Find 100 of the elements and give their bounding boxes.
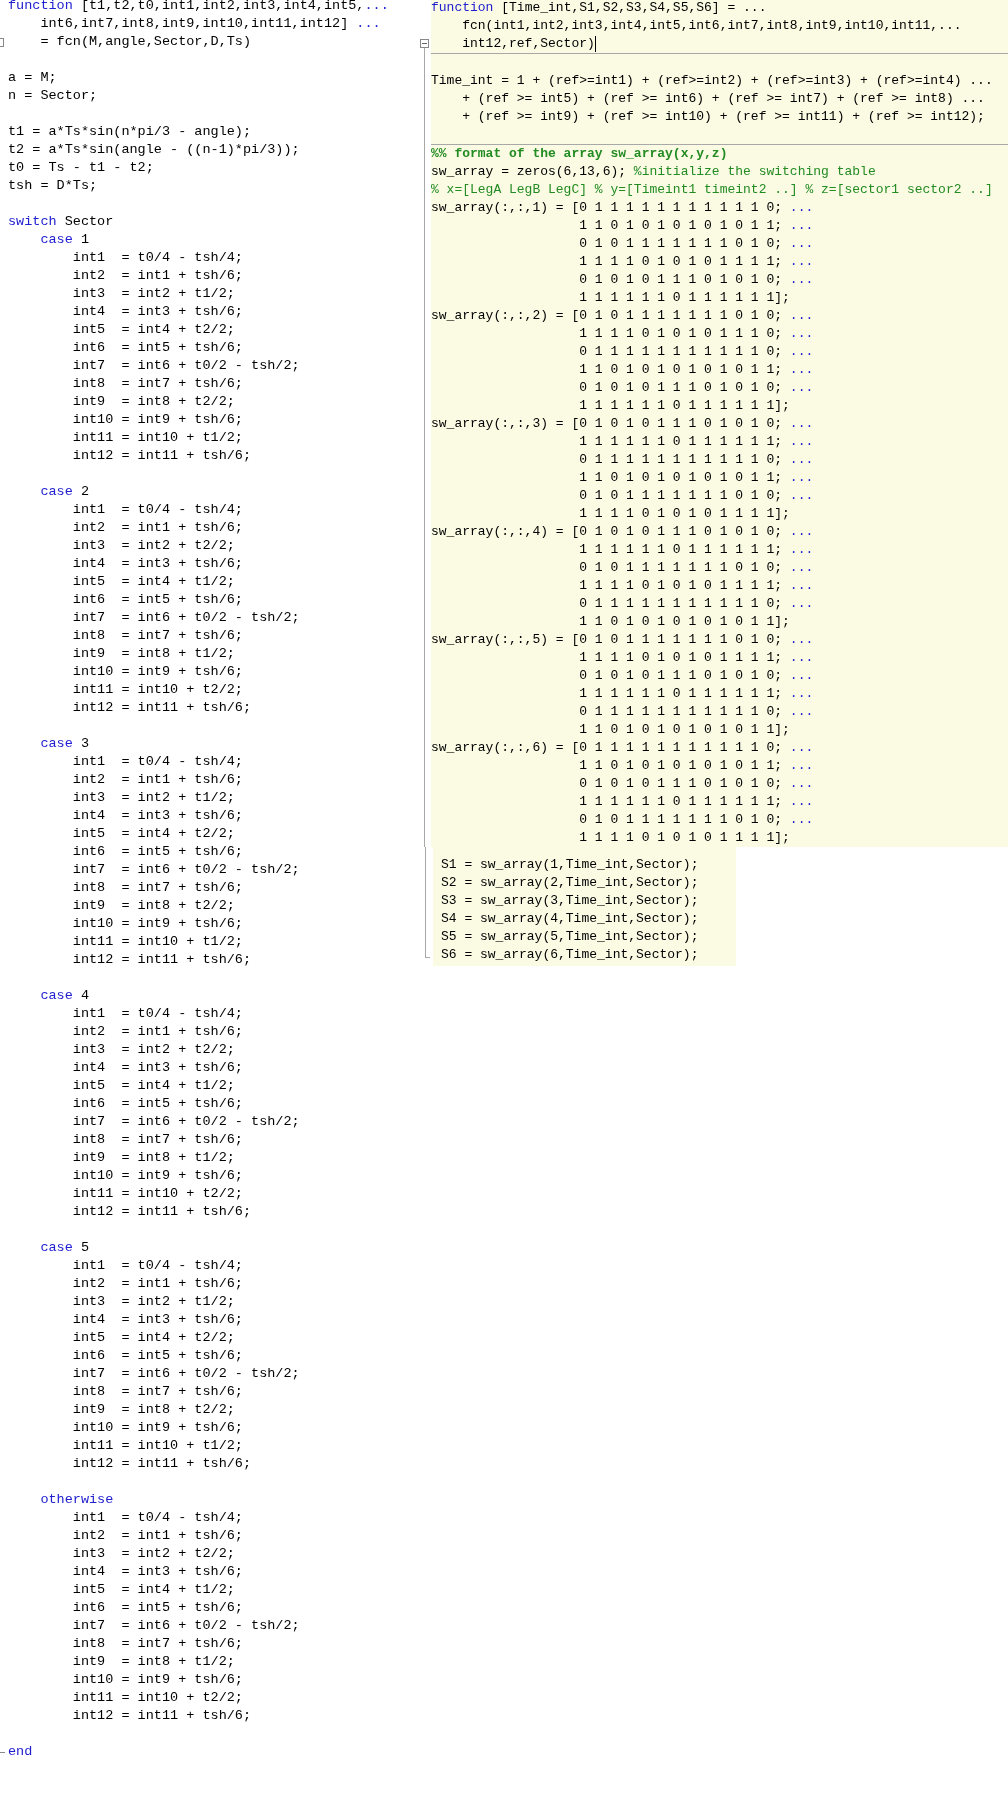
- code-line: int11 = int10 + t2/2;: [71, 681, 243, 699]
- code-line: = fcn(M,angle,Sector,D,Ts): [39, 33, 252, 51]
- code-line: sw_array(:,:,4) = [0 1 0 1 0 1 1 1 0 1 0 1 0; ...: [431, 523, 814, 541]
- code-line: int1 = t0/4 - tsh/4;: [71, 1257, 243, 1275]
- code-line: int6 = int5 + tsh/6;: [71, 339, 243, 357]
- code-line: int9 = int8 + t2/2;: [71, 393, 235, 411]
- code-line: % x=[LegA LegB LegC] % y=[Timeint1 timeint2 ..] % z=[sector1 sector2 ..]: [431, 181, 993, 199]
- code-line: 0 1 0 1 0 1 1 1 0 1 0 1 0; ...: [578, 775, 814, 793]
- code-line: int8 = int7 + tsh/6;: [71, 1635, 243, 1653]
- code-line: int2 = int1 + tsh/6;: [71, 1023, 243, 1041]
- code-line: int5 = int4 + t2/2;: [71, 321, 235, 339]
- code-line: 0 1 0 1 1 1 1 1 1 1 0 1 0; ...: [578, 559, 814, 577]
- code-line: 0 1 0 1 1 1 1 1 1 1 0 1 0; ...: [578, 487, 814, 505]
- code-line: 1 1 1 1 0 1 0 1 0 1 1 1 1; ...: [578, 577, 814, 595]
- code-line: t2 = a*Ts*sin(angle - ((n-1)*pi/3));: [8, 141, 300, 159]
- code-line: int12 = int11 + tsh/6;: [71, 699, 252, 717]
- code-line: int4 = int3 + tsh/6;: [71, 303, 243, 321]
- code-line: int8 = int7 + tsh/6;: [71, 1383, 243, 1401]
- code-line: 1 1 1 1 1 1 0 1 1 1 1 1 1];: [578, 289, 790, 307]
- code-line: sw_array(:,:,3) = [0 1 0 1 0 1 1 1 0 1 0 1 0; ...: [431, 415, 814, 433]
- code-line: int2 = int1 + tsh/6;: [71, 1275, 243, 1293]
- code-line: otherwise: [39, 1491, 114, 1509]
- code-line: int1 = t0/4 - tsh/4;: [71, 753, 243, 771]
- code-line: t1 = a*Ts*sin(n*pi/3 - angle);: [8, 123, 252, 141]
- code-line: int8 = int7 + tsh/6;: [71, 375, 243, 393]
- code-line: int9 = int8 + t1/2;: [71, 1653, 235, 1671]
- code-line: case 5: [39, 1239, 89, 1257]
- code-line: 1 1 1 1 0 1 0 1 0 1 1 1 1; ...: [578, 253, 814, 271]
- code-line: int11 = int10 + t2/2;: [71, 1689, 243, 1707]
- code-line: int6,int7,int8,int9,int10,int11,int12] ...: [39, 15, 381, 33]
- fold-icon[interactable]: [0, 37, 4, 47]
- code-line: 0 1 1 1 1 1 1 1 1 1 1 1 0; ...: [578, 451, 814, 469]
- code-line: S1 = sw_array(1,Time_int,Sector);: [441, 856, 699, 874]
- code-line: 1 1 0 1 0 1 0 1 0 1 0 1 1; ...: [578, 469, 814, 487]
- code-line: 1 1 1 1 1 1 0 1 1 1 1 1 1; ...: [578, 685, 814, 703]
- code-line: S5 = sw_array(5,Time_int,Sector);: [441, 928, 699, 946]
- code-line: 0 1 0 1 0 1 1 1 0 1 0 1 0; ...: [578, 271, 814, 289]
- code-line: int6 = int5 + tsh/6;: [71, 1095, 243, 1113]
- code-line: end: [8, 1743, 33, 1761]
- code-line: int12 = int11 + tsh/6;: [71, 1707, 252, 1725]
- code-line: case 2: [39, 483, 89, 501]
- code-line: case 3: [39, 735, 89, 753]
- code-line: int3 = int2 + t1/2;: [71, 285, 235, 303]
- code-line: int7 = int6 + t0/2 - tsh/2;: [71, 609, 300, 627]
- code-line: n = Sector;: [8, 87, 98, 105]
- code-line: int9 = int8 + t1/2;: [71, 1149, 235, 1167]
- code-line: S3 = sw_array(3,Time_int,Sector);: [441, 892, 699, 910]
- code-line: int6 = int5 + tsh/6;: [71, 591, 243, 609]
- code-line: int9 = int8 + t1/2;: [71, 645, 235, 663]
- code-line: t0 = Ts - t1 - t2;: [8, 159, 154, 177]
- code-line: sw_array(:,:,5) = [0 1 0 1 1 1 1 1 1 1 0 1 0; ...: [431, 631, 814, 649]
- code-line: sw_array = zeros(6,13,6); %initialize the switching table: [431, 163, 876, 181]
- code-line: int8 = int7 + tsh/6;: [71, 879, 243, 897]
- fold-icon[interactable]: [420, 39, 429, 48]
- code-line: int10 = int9 + tsh/6;: [71, 663, 243, 681]
- code-line: function [Time_int,S1,S2,S3,S4,S5,S6] = ...: [431, 0, 767, 17]
- code-line: 1 1 0 1 0 1 0 1 0 1 0 1 1; ...: [578, 217, 814, 235]
- code-line: 1 1 1 1 1 1 0 1 1 1 1 1 1; ...: [578, 541, 814, 559]
- code-line: %% format of the array sw_array(x,y,z): [431, 145, 728, 163]
- code-line: fcn(int1,int2,int3,int4,int5,int6,int7,int8,int9,int10,int11,...: [461, 17, 962, 35]
- code-line: int11 = int10 + t1/2;: [71, 429, 243, 447]
- code-line: int5 = int4 + t1/2;: [71, 1581, 235, 1599]
- code-line: 1 1 1 1 0 1 0 1 0 1 1 1 1];: [578, 505, 790, 523]
- code-line: int7 = int6 + t0/2 - tsh/2;: [71, 861, 300, 879]
- code-line: int2 = int1 + tsh/6;: [71, 1527, 243, 1545]
- code-line: int10 = int9 + tsh/6;: [71, 1419, 243, 1437]
- code-line: 1 1 0 1 0 1 0 1 0 1 0 1 1; ...: [578, 361, 814, 379]
- code-line: int11 = int10 + t1/2;: [71, 933, 243, 951]
- code-line: int2 = int1 + tsh/6;: [71, 519, 243, 537]
- code-line: 0 1 0 1 1 1 1 1 1 1 0 1 0; ...: [578, 235, 814, 253]
- code-line: 0 1 0 1 0 1 1 1 0 1 0 1 0; ...: [578, 667, 814, 685]
- code-line: int5 = int4 + t1/2;: [71, 1077, 235, 1095]
- code-line: int4 = int3 + tsh/6;: [71, 1059, 243, 1077]
- code-line: int7 = int6 + t0/2 - tsh/2;: [71, 1365, 300, 1383]
- code-line: int1 = t0/4 - tsh/4;: [71, 501, 243, 519]
- code-line: Time_int = 1 + (ref>=int1) + (ref>=int2) + (ref>=int3) + (ref>=int4) ...: [431, 72, 993, 90]
- code-line: int7 = int6 + t0/2 - tsh/2;: [71, 357, 300, 375]
- code-line: int11 = int10 + t1/2;: [71, 1437, 243, 1455]
- code-line: + (ref >= int9) + (ref >= int10) + (ref >= int11) + (ref >= int12);: [461, 108, 985, 126]
- code-line: 1 1 1 1 1 1 0 1 1 1 1 1 1; ...: [578, 793, 814, 811]
- code-line: S6 = sw_array(6,Time_int,Sector);: [441, 946, 699, 964]
- code-line: int3 = int2 + t2/2;: [71, 537, 235, 555]
- code-line: int10 = int9 + tsh/6;: [71, 915, 243, 933]
- code-line: int2 = int1 + tsh/6;: [71, 267, 243, 285]
- code-line: int9 = int8 + t2/2;: [71, 897, 235, 915]
- code-line: int3 = int2 + t1/2;: [71, 789, 235, 807]
- code-line: int5 = int4 + t2/2;: [71, 825, 235, 843]
- code-line: int6 = int5 + tsh/6;: [71, 843, 243, 861]
- code-line: int2 = int1 + tsh/6;: [71, 771, 243, 789]
- code-line: int6 = int5 + tsh/6;: [71, 1599, 243, 1617]
- code-line: S4 = sw_array(4,Time_int,Sector);: [441, 910, 699, 928]
- code-line: 1 1 1 1 0 1 0 1 0 1 1 1 0; ...: [578, 325, 814, 343]
- code-line: case 4: [39, 987, 89, 1005]
- code-line: tsh = D*Ts;: [8, 177, 98, 195]
- code-line: S2 = sw_array(2,Time_int,Sector);: [441, 874, 699, 892]
- code-line: sw_array(:,:,6) = [0 1 1 1 1 1 1 1 1 1 1 1 0; ...: [431, 739, 814, 757]
- code-line: int4 = int3 + tsh/6;: [71, 1311, 243, 1329]
- code-line: 0 1 1 1 1 1 1 1 1 1 1 1 0; ...: [578, 343, 814, 361]
- code-line: int5 = int4 + t1/2;: [71, 573, 235, 591]
- code-line: 1 1 1 1 1 1 0 1 1 1 1 1 1];: [578, 397, 790, 415]
